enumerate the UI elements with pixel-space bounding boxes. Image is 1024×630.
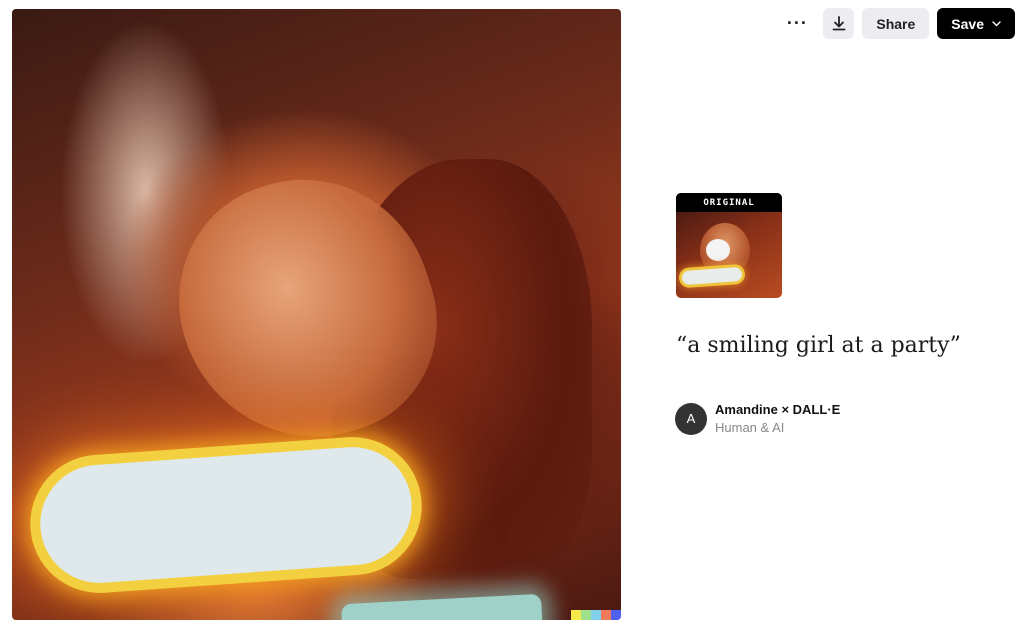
image-glow-bar xyxy=(36,443,416,587)
original-image-thumbnail[interactable]: ORIGINAL xyxy=(676,193,782,298)
original-erased-region xyxy=(706,239,730,261)
dalle-signature-strip xyxy=(571,610,621,620)
generated-image[interactable] xyxy=(12,9,621,620)
author-block: A Amandine × DALL·E Human & AI xyxy=(675,402,840,435)
original-glow-bar xyxy=(681,266,743,286)
download-button[interactable] xyxy=(823,8,855,39)
more-horizontal-icon: ··· xyxy=(786,13,808,33)
prompt-text: “a smiling girl at a party” xyxy=(676,333,961,358)
author-name: Amandine × DALL·E xyxy=(715,402,841,417)
original-label: ORIGINAL xyxy=(676,193,782,212)
avatar[interactable]: A xyxy=(675,402,707,435)
image-glow-bar-secondary xyxy=(341,593,543,620)
save-button-label: Save xyxy=(951,15,984,32)
share-button-label: Share xyxy=(876,15,916,32)
toolbar: ··· Share Save xyxy=(781,8,1015,39)
download-icon xyxy=(832,16,846,31)
more-options-button[interactable]: ··· xyxy=(781,9,813,39)
chevron-down-icon xyxy=(992,20,1001,26)
save-button[interactable]: Save xyxy=(937,8,1015,39)
share-button[interactable]: Share xyxy=(862,8,930,39)
author-subtitle: Human & AI xyxy=(715,420,785,435)
